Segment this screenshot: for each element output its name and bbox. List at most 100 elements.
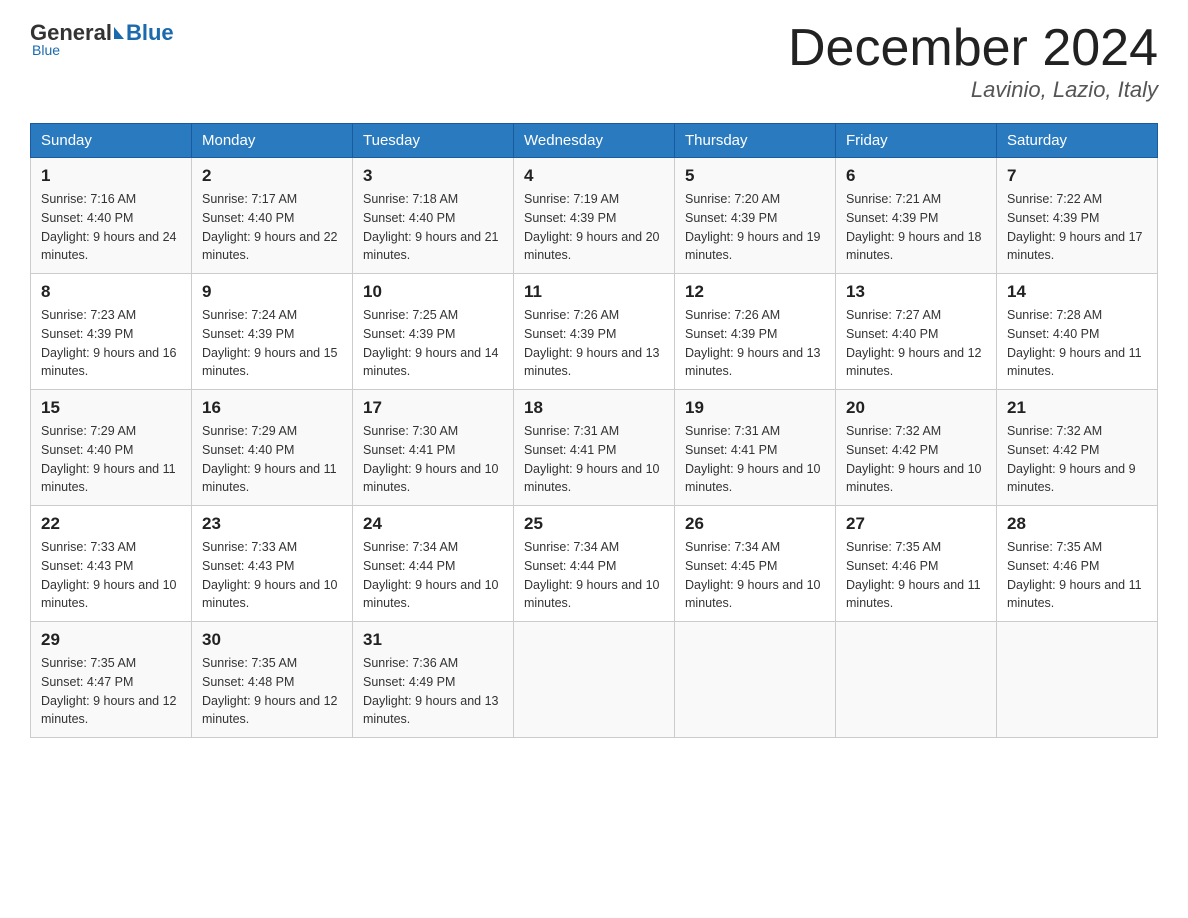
day-info: Sunrise: 7:35 AMSunset: 4:48 PMDaylight:… bbox=[202, 654, 342, 729]
day-number: 28 bbox=[1007, 514, 1147, 534]
day-info: Sunrise: 7:35 AMSunset: 4:46 PMDaylight:… bbox=[1007, 538, 1147, 613]
day-info: Sunrise: 7:32 AMSunset: 4:42 PMDaylight:… bbox=[1007, 422, 1147, 497]
calendar-cell: 20 Sunrise: 7:32 AMSunset: 4:42 PMDaylig… bbox=[836, 390, 997, 506]
calendar-cell: 26 Sunrise: 7:34 AMSunset: 4:45 PMDaylig… bbox=[675, 506, 836, 622]
day-info: Sunrise: 7:16 AMSunset: 4:40 PMDaylight:… bbox=[41, 190, 181, 265]
calendar-cell: 4 Sunrise: 7:19 AMSunset: 4:39 PMDayligh… bbox=[514, 158, 675, 274]
calendar-cell: 21 Sunrise: 7:32 AMSunset: 4:42 PMDaylig… bbox=[997, 390, 1158, 506]
logo-blue-text: Blue bbox=[126, 20, 174, 46]
day-number: 19 bbox=[685, 398, 825, 418]
calendar-cell: 9 Sunrise: 7:24 AMSunset: 4:39 PMDayligh… bbox=[192, 274, 353, 390]
calendar-cell: 12 Sunrise: 7:26 AMSunset: 4:39 PMDaylig… bbox=[675, 274, 836, 390]
day-number: 4 bbox=[524, 166, 664, 186]
day-number: 25 bbox=[524, 514, 664, 534]
day-number: 31 bbox=[363, 630, 503, 650]
col-wednesday: Wednesday bbox=[514, 124, 675, 158]
day-info: Sunrise: 7:19 AMSunset: 4:39 PMDaylight:… bbox=[524, 190, 664, 265]
day-info: Sunrise: 7:17 AMSunset: 4:40 PMDaylight:… bbox=[202, 190, 342, 265]
calendar-cell: 7 Sunrise: 7:22 AMSunset: 4:39 PMDayligh… bbox=[997, 158, 1158, 274]
calendar-cell: 24 Sunrise: 7:34 AMSunset: 4:44 PMDaylig… bbox=[353, 506, 514, 622]
day-number: 12 bbox=[685, 282, 825, 302]
calendar-cell: 8 Sunrise: 7:23 AMSunset: 4:39 PMDayligh… bbox=[31, 274, 192, 390]
calendar-week-row: 15 Sunrise: 7:29 AMSunset: 4:40 PMDaylig… bbox=[31, 390, 1158, 506]
day-info: Sunrise: 7:34 AMSunset: 4:45 PMDaylight:… bbox=[685, 538, 825, 613]
calendar-cell: 10 Sunrise: 7:25 AMSunset: 4:39 PMDaylig… bbox=[353, 274, 514, 390]
col-thursday: Thursday bbox=[675, 124, 836, 158]
calendar-week-row: 8 Sunrise: 7:23 AMSunset: 4:39 PMDayligh… bbox=[31, 274, 1158, 390]
day-number: 30 bbox=[202, 630, 342, 650]
day-number: 13 bbox=[846, 282, 986, 302]
day-number: 24 bbox=[363, 514, 503, 534]
calendar-cell: 6 Sunrise: 7:21 AMSunset: 4:39 PMDayligh… bbox=[836, 158, 997, 274]
day-info: Sunrise: 7:31 AMSunset: 4:41 PMDaylight:… bbox=[685, 422, 825, 497]
day-number: 23 bbox=[202, 514, 342, 534]
calendar-header-row: Sunday Monday Tuesday Wednesday Thursday… bbox=[31, 124, 1158, 158]
day-number: 29 bbox=[41, 630, 181, 650]
calendar-cell: 11 Sunrise: 7:26 AMSunset: 4:39 PMDaylig… bbox=[514, 274, 675, 390]
col-monday: Monday bbox=[192, 124, 353, 158]
calendar-week-row: 1 Sunrise: 7:16 AMSunset: 4:40 PMDayligh… bbox=[31, 158, 1158, 274]
day-info: Sunrise: 7:33 AMSunset: 4:43 PMDaylight:… bbox=[202, 538, 342, 613]
calendar-cell: 25 Sunrise: 7:34 AMSunset: 4:44 PMDaylig… bbox=[514, 506, 675, 622]
day-number: 10 bbox=[363, 282, 503, 302]
day-info: Sunrise: 7:21 AMSunset: 4:39 PMDaylight:… bbox=[846, 190, 986, 265]
calendar-cell: 23 Sunrise: 7:33 AMSunset: 4:43 PMDaylig… bbox=[192, 506, 353, 622]
day-number: 8 bbox=[41, 282, 181, 302]
day-info: Sunrise: 7:36 AMSunset: 4:49 PMDaylight:… bbox=[363, 654, 503, 729]
calendar-cell: 2 Sunrise: 7:17 AMSunset: 4:40 PMDayligh… bbox=[192, 158, 353, 274]
calendar-cell: 1 Sunrise: 7:16 AMSunset: 4:40 PMDayligh… bbox=[31, 158, 192, 274]
day-number: 14 bbox=[1007, 282, 1147, 302]
calendar-week-row: 29 Sunrise: 7:35 AMSunset: 4:47 PMDaylig… bbox=[31, 622, 1158, 738]
day-number: 2 bbox=[202, 166, 342, 186]
calendar-cell bbox=[675, 622, 836, 738]
calendar-cell bbox=[514, 622, 675, 738]
day-info: Sunrise: 7:34 AMSunset: 4:44 PMDaylight:… bbox=[363, 538, 503, 613]
logo-arrow-icon bbox=[114, 27, 124, 39]
col-tuesday: Tuesday bbox=[353, 124, 514, 158]
calendar-cell: 22 Sunrise: 7:33 AMSunset: 4:43 PMDaylig… bbox=[31, 506, 192, 622]
day-number: 15 bbox=[41, 398, 181, 418]
day-info: Sunrise: 7:35 AMSunset: 4:46 PMDaylight:… bbox=[846, 538, 986, 613]
calendar-cell: 29 Sunrise: 7:35 AMSunset: 4:47 PMDaylig… bbox=[31, 622, 192, 738]
day-number: 9 bbox=[202, 282, 342, 302]
col-friday: Friday bbox=[836, 124, 997, 158]
day-info: Sunrise: 7:32 AMSunset: 4:42 PMDaylight:… bbox=[846, 422, 986, 497]
day-info: Sunrise: 7:23 AMSunset: 4:39 PMDaylight:… bbox=[41, 306, 181, 381]
day-number: 3 bbox=[363, 166, 503, 186]
day-info: Sunrise: 7:18 AMSunset: 4:40 PMDaylight:… bbox=[363, 190, 503, 265]
calendar-cell: 30 Sunrise: 7:35 AMSunset: 4:48 PMDaylig… bbox=[192, 622, 353, 738]
day-number: 16 bbox=[202, 398, 342, 418]
calendar-cell: 17 Sunrise: 7:30 AMSunset: 4:41 PMDaylig… bbox=[353, 390, 514, 506]
day-info: Sunrise: 7:33 AMSunset: 4:43 PMDaylight:… bbox=[41, 538, 181, 613]
day-info: Sunrise: 7:24 AMSunset: 4:39 PMDaylight:… bbox=[202, 306, 342, 381]
day-info: Sunrise: 7:31 AMSunset: 4:41 PMDaylight:… bbox=[524, 422, 664, 497]
day-info: Sunrise: 7:25 AMSunset: 4:39 PMDaylight:… bbox=[363, 306, 503, 381]
day-info: Sunrise: 7:26 AMSunset: 4:39 PMDaylight:… bbox=[524, 306, 664, 381]
day-info: Sunrise: 7:22 AMSunset: 4:39 PMDaylight:… bbox=[1007, 190, 1147, 265]
title-block: December 2024 Lavinio, Lazio, Italy bbox=[788, 20, 1158, 103]
calendar-table: Sunday Monday Tuesday Wednesday Thursday… bbox=[30, 123, 1158, 738]
calendar-week-row: 22 Sunrise: 7:33 AMSunset: 4:43 PMDaylig… bbox=[31, 506, 1158, 622]
col-sunday: Sunday bbox=[31, 124, 192, 158]
day-number: 11 bbox=[524, 282, 664, 302]
day-info: Sunrise: 7:35 AMSunset: 4:47 PMDaylight:… bbox=[41, 654, 181, 729]
calendar-cell bbox=[836, 622, 997, 738]
calendar-cell: 14 Sunrise: 7:28 AMSunset: 4:40 PMDaylig… bbox=[997, 274, 1158, 390]
day-number: 20 bbox=[846, 398, 986, 418]
day-info: Sunrise: 7:28 AMSunset: 4:40 PMDaylight:… bbox=[1007, 306, 1147, 381]
calendar-cell: 5 Sunrise: 7:20 AMSunset: 4:39 PMDayligh… bbox=[675, 158, 836, 274]
col-saturday: Saturday bbox=[997, 124, 1158, 158]
day-number: 7 bbox=[1007, 166, 1147, 186]
month-title: December 2024 bbox=[788, 20, 1158, 77]
day-info: Sunrise: 7:20 AMSunset: 4:39 PMDaylight:… bbox=[685, 190, 825, 265]
calendar-cell: 31 Sunrise: 7:36 AMSunset: 4:49 PMDaylig… bbox=[353, 622, 514, 738]
location-subtitle: Lavinio, Lazio, Italy bbox=[788, 77, 1158, 103]
day-info: Sunrise: 7:29 AMSunset: 4:40 PMDaylight:… bbox=[202, 422, 342, 497]
logo-subtitle: Blue bbox=[32, 42, 60, 58]
page-header: General Blue Blue December 2024 Lavinio,… bbox=[30, 20, 1158, 103]
day-number: 21 bbox=[1007, 398, 1147, 418]
day-number: 27 bbox=[846, 514, 986, 534]
day-info: Sunrise: 7:26 AMSunset: 4:39 PMDaylight:… bbox=[685, 306, 825, 381]
day-number: 5 bbox=[685, 166, 825, 186]
calendar-cell: 18 Sunrise: 7:31 AMSunset: 4:41 PMDaylig… bbox=[514, 390, 675, 506]
